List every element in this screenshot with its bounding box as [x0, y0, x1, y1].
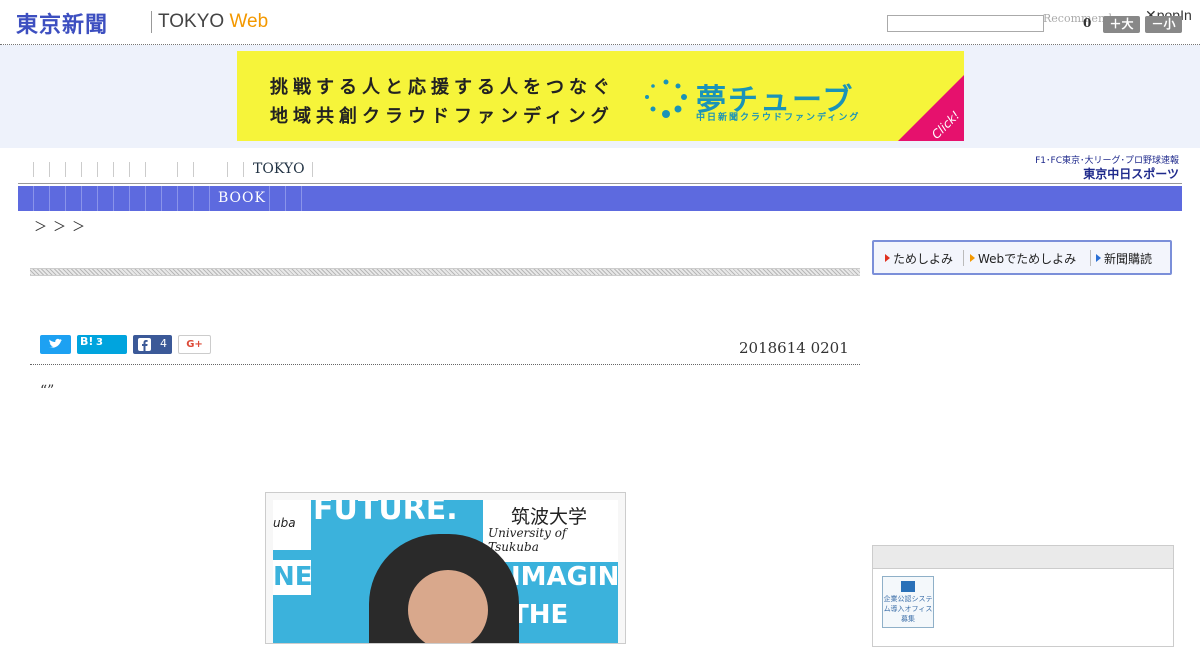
sidebar-divider — [963, 250, 964, 266]
date-rule — [30, 364, 860, 365]
nav-rule — [18, 183, 1182, 184]
sidebar-link-web-tameshiyomi[interactable]: Webでためしよみ — [970, 250, 1076, 267]
photo-backdrop-word: IMAGINE — [511, 562, 618, 592]
sidebar-link-label: 新聞購読 — [1104, 252, 1153, 266]
nav-divider — [129, 162, 130, 177]
search-input[interactable] — [887, 15, 1044, 32]
chunichi-sports-link[interactable]: F1･FC東京･大リーグ･プロ野球速報 東京中日スポーツ — [1027, 153, 1179, 181]
nav-divider — [243, 162, 244, 177]
nav-divider — [145, 162, 146, 177]
twitter-icon — [49, 338, 62, 348]
orange-triangle-icon — [970, 254, 975, 262]
article-quote: “” — [40, 383, 55, 399]
count-value: 0 — [1083, 16, 1092, 30]
article-photo-frame: FUTURE. IMAGINE THE uba NE 筑波大学 Universi… — [265, 492, 626, 644]
site-logo-jp[interactable]: 東京新聞 — [16, 7, 108, 39]
nav-divider — [97, 162, 98, 177]
category-divider — [301, 186, 302, 211]
category-divider — [145, 186, 146, 211]
nav-divider — [312, 162, 313, 177]
nav-divider — [113, 162, 114, 177]
nav-divider — [81, 162, 82, 177]
category-divider — [65, 186, 66, 211]
yume-tube-logo-icon — [645, 79, 687, 118]
category-divider — [113, 186, 114, 211]
hatena-bookmark-button[interactable]: B! 3 — [77, 335, 127, 354]
facebook-count: 4 — [160, 337, 167, 350]
title-rule — [30, 268, 860, 276]
google-plus-share-button[interactable]: G+ — [178, 335, 211, 354]
category-divider — [49, 186, 50, 211]
article-photo[interactable]: FUTURE. IMAGINE THE uba NE 筑波大学 Universi… — [273, 500, 618, 643]
logo-divider — [151, 11, 152, 33]
sidebar-link-tameshiyomi[interactable]: ためしよみ — [885, 250, 953, 267]
office-icon — [901, 581, 915, 592]
category-divider — [269, 186, 270, 211]
twitter-share-button[interactable] — [40, 335, 71, 354]
category-divider — [33, 186, 34, 211]
category-divider — [193, 186, 194, 211]
category-item-book[interactable]: BOOK — [218, 190, 266, 206]
hatena-count: 3 — [96, 337, 103, 348]
nav-divider — [49, 162, 50, 177]
font-larger-button[interactable]: ＋大 — [1103, 16, 1140, 33]
photo-backdrop-word: NE — [273, 562, 313, 592]
photo-university-en: University of Tsukuba — [488, 526, 567, 554]
sidebar-link-label: Webでためしよみ — [978, 252, 1077, 266]
top-nav: TOKYO — [18, 158, 318, 180]
site-logo-en[interactable]: TOKYO Web — [158, 11, 268, 33]
nav-divider — [177, 162, 178, 177]
category-divider — [81, 186, 82, 211]
category-divider — [209, 186, 210, 211]
photo-backdrop-word: THE — [511, 600, 569, 630]
logo-web-text: Web — [229, 11, 269, 32]
banner-brand-sub: 中日新聞クラウドファンディング — [696, 113, 861, 123]
category-divider — [129, 186, 130, 211]
sidebar-ad-box: 企業公認システム導入オフィス募集 — [872, 545, 1174, 647]
sidebar-link-label: ためしよみ — [893, 252, 954, 266]
banner-band: 挑戦する人と応援する人をつなぐ 地域共創クラウドファンディング 夢チューブ 中日… — [0, 45, 1200, 148]
photo-backdrop-word: uba — [273, 516, 296, 530]
crowdfunding-banner[interactable]: 挑戦する人と応援する人をつなぐ 地域共創クラウドファンディング 夢チューブ 中日… — [237, 51, 964, 141]
breadcrumb[interactable]: ＞＞＞ — [34, 216, 91, 235]
facebook-icon — [138, 338, 151, 351]
nav-divider — [193, 162, 194, 177]
nav-divider — [227, 162, 228, 177]
article-date: 2018614 0201 — [739, 339, 849, 357]
sidebar-subscription-nav: ためしよみ Webでためしよみ 新聞購読 — [872, 240, 1172, 275]
blue-triangle-icon — [1096, 254, 1101, 262]
recommend-label: Recommend — [1043, 12, 1113, 25]
category-divider — [97, 186, 98, 211]
hatena-label: B! — [80, 335, 94, 348]
logo-tokyo-text: TOKYO — [158, 11, 225, 32]
sports-link-title: 東京中日スポーツ — [1083, 167, 1179, 181]
category-divider — [177, 186, 178, 211]
nav-item-tokyo[interactable]: TOKYO — [253, 161, 305, 177]
photo-person-face — [408, 570, 488, 643]
sidebar-link-subscribe[interactable]: 新聞購読 — [1096, 250, 1152, 267]
photo-backdrop-word: FUTURE. — [313, 500, 458, 527]
facebook-share-button[interactable]: 4 — [133, 335, 172, 354]
banner-line-2: 地域共創クラウドファンディング — [270, 106, 614, 127]
photo-university-jp: 筑波大学 — [511, 506, 588, 528]
nav-divider — [65, 162, 66, 177]
sidebar-ad-thumbnail[interactable]: 企業公認システム導入オフィス募集 — [882, 576, 934, 628]
nav-divider — [33, 162, 34, 177]
font-smaller-button[interactable]: －小 — [1145, 16, 1182, 33]
category-bar: BOOK — [18, 186, 1182, 211]
red-triangle-icon — [885, 254, 890, 262]
sidebar-ad-header — [873, 546, 1173, 569]
category-divider — [285, 186, 286, 211]
sidebar-divider — [1090, 250, 1091, 266]
banner-line-1: 挑戦する人と応援する人をつなぐ — [270, 77, 615, 98]
site-header: 東京新聞 TOKYO Web Recommend 0 ✕popIn ＋大 －小 — [0, 0, 1200, 45]
sidebar-ad-text: 企業公認システム導入オフィス募集 — [883, 595, 933, 623]
category-divider — [161, 186, 162, 211]
